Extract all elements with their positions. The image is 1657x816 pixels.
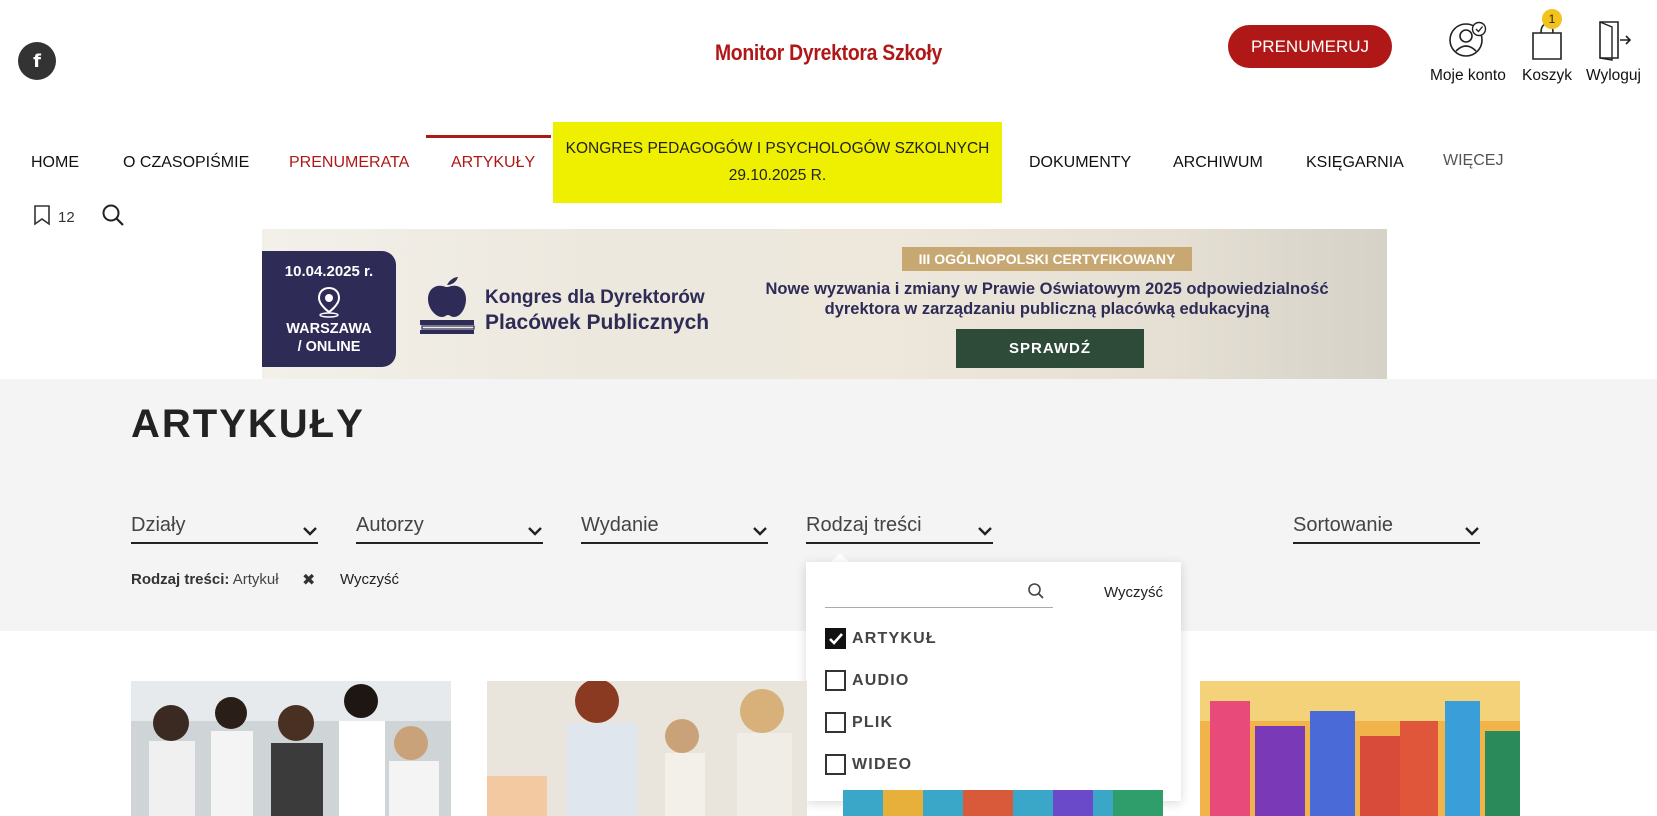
article-card-image[interactable] — [1200, 681, 1520, 816]
chevron-down-icon — [752, 520, 768, 543]
dropdown-search-input[interactable] — [825, 576, 1053, 608]
checkbox-checked-icon[interactable] — [825, 628, 846, 649]
bookmarks-count: 12 — [58, 208, 75, 226]
banner-title: Kongres dla Dyrektorów Placówek Publiczn… — [485, 285, 709, 335]
checkbox-icon[interactable] — [825, 754, 846, 775]
logout-icon — [1586, 18, 1641, 62]
promo-banner[interactable]: 10.04.2025 r. WARSZAWA / ONLINE Kongres … — [262, 229, 1387, 379]
page-title: ARTYKUŁY — [131, 402, 365, 446]
checkbox-icon[interactable] — [825, 712, 846, 733]
nav-active-indicator — [426, 135, 551, 138]
kongres-date: 29.10.2025 R. — [728, 167, 827, 184]
banner-location-2: / ONLINE — [297, 339, 361, 355]
filter-autorzy-label: Autorzy — [356, 514, 424, 536]
article-card-image[interactable] — [131, 681, 451, 816]
checkbox-icon[interactable] — [825, 670, 846, 691]
filter-sortowanie[interactable]: Sortowanie — [1293, 514, 1480, 544]
active-filter-value: Artykuł — [232, 571, 279, 588]
location-pin-icon — [262, 286, 396, 320]
search-icon — [1027, 582, 1045, 605]
banner-desc-line-2: dyrektora w zarządzaniu publiczną placów… — [824, 300, 1270, 318]
subscribe-button[interactable]: PRENUMERUJ — [1228, 25, 1392, 68]
logout-link[interactable]: Wyloguj — [1586, 18, 1641, 85]
apple-books-icon — [418, 273, 478, 340]
filter-rodzaj-label: Rodzaj treści — [806, 514, 922, 536]
main-nav: HOME O CZASOPIŚMIE PRENUMERATA ARTYKUŁY … — [0, 122, 1657, 203]
option-audio[interactable]: AUDIO — [825, 670, 910, 691]
bookmark-icon — [32, 204, 52, 230]
filter-autorzy[interactable]: Autorzy — [356, 514, 543, 544]
nav-ksiegarnia[interactable]: KSIĘGARNIA — [1306, 154, 1404, 172]
account-link[interactable]: Moje konto — [1430, 18, 1506, 85]
chevron-down-icon — [977, 520, 993, 543]
option-artykul[interactable]: ARTYKUŁ — [825, 628, 937, 649]
nav-o-czasopismie[interactable]: O CZASOPIŚMIE — [123, 154, 249, 172]
chevron-down-icon — [527, 520, 543, 543]
option-label: AUDIO — [852, 671, 910, 689]
option-label: ARTYKUŁ — [852, 629, 937, 647]
banner-title-line-1: Kongres dla Dyrektorów — [485, 287, 705, 308]
nav-archiwum[interactable]: ARCHIWUM — [1173, 154, 1263, 172]
banner-date-box: 10.04.2025 r. WARSZAWA / ONLINE — [262, 251, 396, 367]
nav-kongres-highlight[interactable]: KONGRES PEDAGOGÓW I PSYCHOLOGÓW SZKOLNYC… — [553, 122, 1002, 203]
banner-cert-label: III OGÓLNOPOLSKI CERTYFIKOWANY — [902, 247, 1192, 271]
banner-desc-line-1: Nowe wyzwania i zmiany w Prawie Oświatow… — [765, 280, 1329, 298]
banner-date: 10.04.2025 r. — [284, 263, 374, 280]
nav-artykuly[interactable]: ARTYKUŁY — [451, 154, 535, 172]
banner-check-button[interactable]: SPRAWDŹ — [956, 329, 1144, 368]
option-label: PLIK — [852, 713, 894, 731]
cart-count-badge: 1 — [1542, 9, 1562, 29]
chevron-down-icon — [1464, 520, 1480, 543]
banner-title-line-2: Placówek Publicznych — [485, 311, 710, 334]
banner-description: Nowe wyzwania i zmiany w Prawie Oświatow… — [742, 279, 1352, 319]
option-plik[interactable]: PLIK — [825, 712, 893, 733]
option-label: WIDEO — [852, 755, 913, 773]
filter-dzialy[interactable]: Działy — [131, 514, 318, 544]
active-filter-label: Rodzaj treści: — [131, 571, 230, 588]
dropdown-clear-link[interactable]: Wyczyść — [1104, 584, 1163, 601]
filter-rodzaj-tresci[interactable]: Rodzaj treści — [806, 514, 993, 544]
popup-arrow — [831, 553, 849, 562]
facebook-icon[interactable]: f — [18, 42, 56, 80]
article-card-image[interactable] — [843, 790, 1163, 816]
content-type-dropdown: Wyczyść ARTYKUŁ AUDIO PLIK WIDEO — [806, 562, 1181, 801]
cart-icon: 1 — [1522, 9, 1572, 62]
nav-prenumerata[interactable]: PRENUMERATA — [289, 154, 409, 172]
nav-home[interactable]: HOME — [31, 154, 79, 172]
kongres-title: KONGRES PEDAGOGÓW I PSYCHOLOGÓW SZKOLNYC… — [565, 140, 990, 157]
filter-dzialy-label: Działy — [131, 514, 186, 536]
cart-link[interactable]: 1 Koszyk — [1522, 9, 1572, 85]
filter-wydanie[interactable]: Wydanie — [581, 514, 768, 544]
filter-sortowanie-label: Sortowanie — [1293, 514, 1394, 536]
nav-wiecej[interactable]: WIĘCEJ — [1443, 152, 1503, 170]
search-icon[interactable] — [101, 203, 125, 232]
chevron-down-icon — [302, 520, 318, 543]
banner-location-1: WARSZAWA — [286, 321, 372, 337]
logout-label: Wyloguj — [1586, 67, 1641, 84]
account-label: Moje konto — [1430, 67, 1506, 84]
bookmarks-link[interactable]: 12 — [32, 204, 75, 230]
cart-label: Koszyk — [1522, 67, 1572, 84]
option-wideo[interactable]: WIDEO — [825, 754, 912, 775]
clear-filters-link[interactable]: Wyczyść — [340, 571, 399, 588]
user-icon — [1430, 18, 1506, 62]
article-card-image[interactable] — [487, 681, 807, 816]
active-filter-tag: Rodzaj treści: Artykuł — [131, 571, 279, 588]
remove-filter-icon[interactable]: ✖ — [302, 570, 315, 590]
nav-dokumenty[interactable]: DOKUMENTY — [1029, 154, 1131, 172]
filter-wydanie-label: Wydanie — [581, 514, 659, 536]
